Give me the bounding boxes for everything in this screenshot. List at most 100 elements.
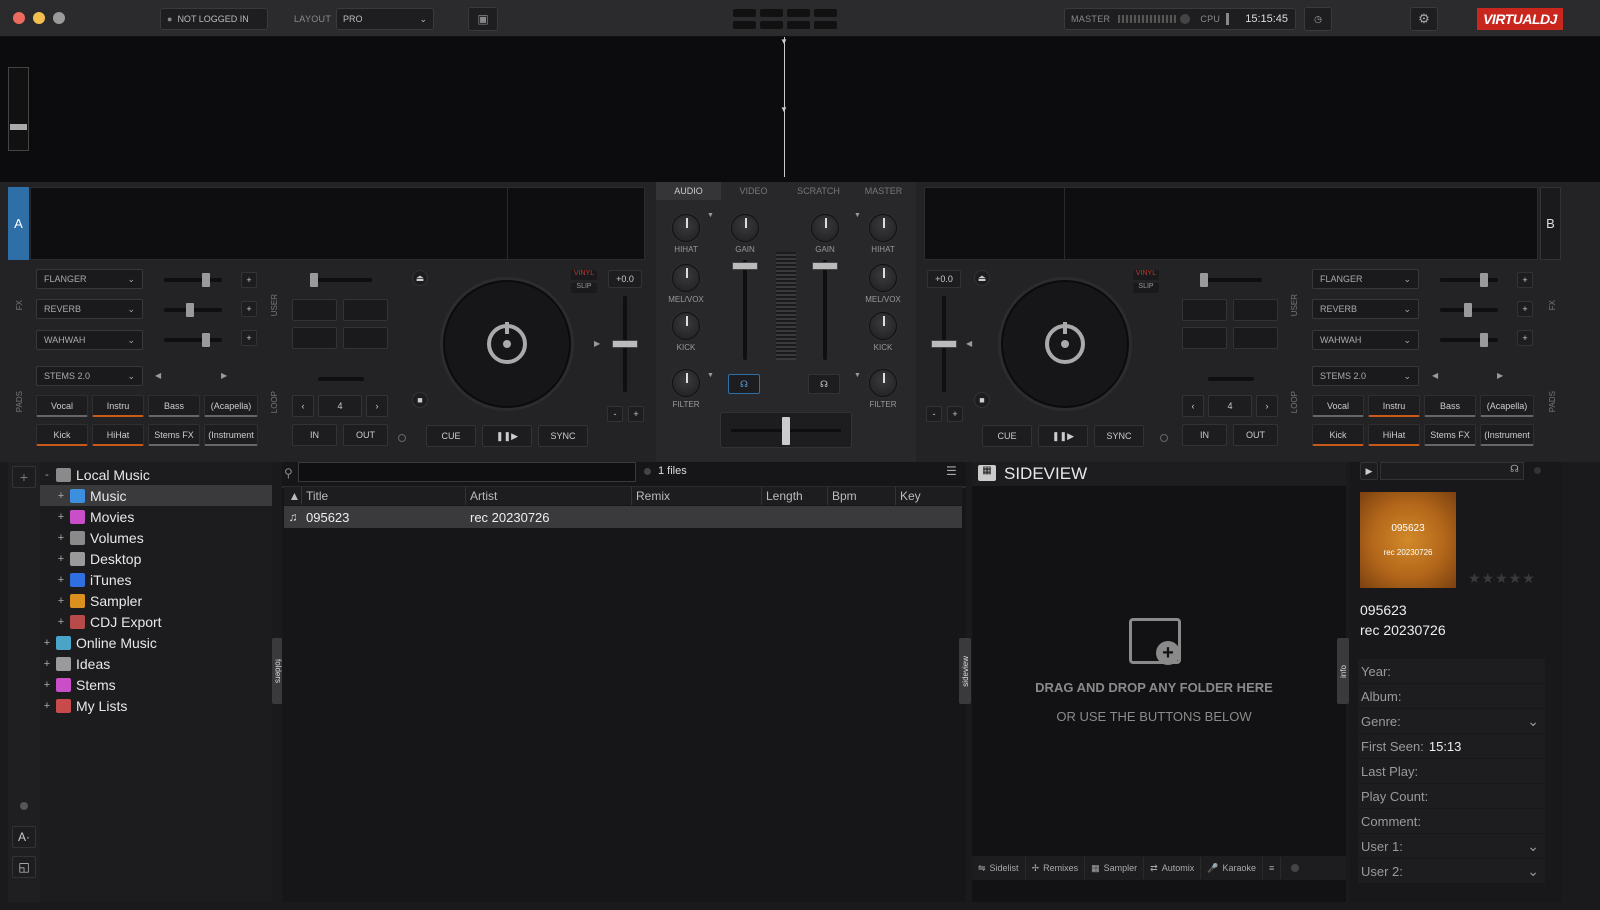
deck-a-pad-acapella[interactable]: (Acapella) bbox=[204, 395, 258, 417]
deck-b-screen[interactable] bbox=[924, 187, 1538, 260]
tree-item-movies[interactable]: + Movies bbox=[40, 506, 272, 527]
deck-a-melvox-knob[interactable] bbox=[672, 264, 700, 292]
expand-icon[interactable]: + bbox=[56, 595, 66, 607]
deck-b-cue-button[interactable]: CUE bbox=[982, 425, 1032, 447]
tree-item-itunes[interactable]: + iTunes bbox=[40, 569, 272, 590]
deck-b-quantize-icon[interactable] bbox=[1160, 434, 1168, 442]
deck-b-hihat-knob[interactable] bbox=[869, 214, 897, 242]
deck-b-pad-acapella[interactable]: (Acapella) bbox=[1480, 395, 1534, 417]
tree-item-sampler[interactable]: + Sampler bbox=[40, 590, 272, 611]
deck-a-cue-button[interactable]: CUE bbox=[426, 425, 476, 447]
info-field-genre[interactable]: Genre: ⌄ bbox=[1358, 709, 1545, 733]
deck-b-melvox-knob[interactable] bbox=[869, 264, 897, 292]
deck-b-volume-fader[interactable] bbox=[812, 260, 838, 360]
deck-a-loop-slider[interactable] bbox=[318, 377, 364, 381]
deck-a-loop-in-button[interactable]: IN bbox=[292, 424, 337, 446]
deck-a-user-slot-1[interactable] bbox=[292, 299, 337, 321]
filter-menu-icon[interactable]: ▼ bbox=[707, 372, 714, 379]
deck-b-pitch-value[interactable]: +0.0 bbox=[927, 270, 961, 288]
deck-b-fx1-add-button[interactable]: + bbox=[1517, 272, 1533, 288]
info-field-first-seen[interactable]: First Seen: 15:13 bbox=[1358, 734, 1545, 758]
deck-b-fx2-slider[interactable] bbox=[1440, 303, 1498, 317]
master-volume-knob[interactable] bbox=[1180, 14, 1191, 24]
expand-icon[interactable]: + bbox=[42, 700, 52, 712]
expand-icon[interactable]: + bbox=[56, 553, 66, 565]
deck-b-fx3-select[interactable]: WAHWAH ⌄ bbox=[1312, 330, 1419, 350]
pads-prev-icon[interactable]: ◀ bbox=[1432, 371, 1438, 380]
deck-b-nudge-icon[interactable]: ◀ bbox=[966, 339, 972, 348]
skin-cube-button[interactable]: ▣ bbox=[468, 7, 498, 31]
deck-a-fx3-add-button[interactable]: + bbox=[241, 330, 257, 346]
eq-menu-icon[interactable]: ▼ bbox=[854, 212, 861, 219]
info-field-play-count[interactable]: Play Count: bbox=[1358, 784, 1545, 808]
deck-b-loop-out-button[interactable]: OUT bbox=[1233, 424, 1278, 446]
deck-b-pitch-slider[interactable] bbox=[931, 296, 957, 392]
waveform-zoom-slider[interactable] bbox=[8, 67, 29, 151]
deck-a-eject-button[interactable]: ⏏ bbox=[412, 270, 428, 286]
deck-a-pad-vocal[interactable]: Vocal bbox=[36, 395, 88, 417]
deck-b-kick-knob[interactable] bbox=[869, 312, 897, 340]
deck-a-user-slot-3[interactable] bbox=[292, 327, 337, 349]
deck-a-quantize-icon[interactable] bbox=[398, 434, 406, 442]
deck-a-kick-knob[interactable] bbox=[672, 312, 700, 340]
crossfader[interactable] bbox=[720, 412, 852, 448]
deck-a-loop-size[interactable]: 4 bbox=[318, 395, 362, 417]
tab-scratch[interactable]: SCRATCH bbox=[786, 182, 851, 200]
info-field-comment[interactable]: Comment: bbox=[1358, 809, 1545, 833]
prelisten-play-button[interactable]: ▶ bbox=[1360, 462, 1378, 480]
deck-b-pads-mode-select[interactable]: STEMS 2.0 ⌄ bbox=[1312, 366, 1419, 386]
expand-icon[interactable]: + bbox=[56, 532, 66, 544]
sort-icon[interactable]: ▲ bbox=[284, 487, 302, 505]
deck-a-pitch-minus-button[interactable]: - bbox=[607, 406, 623, 422]
deck-a-user-slot-2[interactable] bbox=[343, 299, 388, 321]
window-close-button[interactable] bbox=[13, 12, 25, 24]
expand-icon[interactable]: + bbox=[42, 679, 52, 691]
deck-a-pitch-plus-button[interactable]: + bbox=[628, 406, 644, 422]
deck-b-gain-knob[interactable] bbox=[811, 214, 839, 242]
tree-item-ideas[interactable]: + Ideas bbox=[40, 653, 272, 674]
deck-b-loop-size[interactable]: 4 bbox=[1208, 395, 1252, 417]
tree-item-stems[interactable]: + Stems bbox=[40, 674, 272, 695]
tree-item-cdj-export[interactable]: + CDJ Export bbox=[40, 611, 272, 632]
deck-a-volume-fader[interactable] bbox=[732, 260, 758, 360]
deck-a-loop-prev-button[interactable]: ‹ bbox=[292, 395, 314, 417]
deck-a-gain-knob[interactable] bbox=[731, 214, 759, 242]
list-view-menu-icon[interactable]: ☰ bbox=[946, 464, 957, 478]
info-field-user-2[interactable]: User 2: ⌄ bbox=[1358, 859, 1545, 883]
deck-b-loop-slider[interactable] bbox=[1208, 377, 1254, 381]
deck-b-user-slot-3[interactable] bbox=[1182, 327, 1227, 349]
expand-icon[interactable]: + bbox=[56, 574, 66, 586]
deck-a-pad-stemsfx[interactable]: Stems FX bbox=[148, 424, 200, 446]
karaoke-button[interactable]: 🎤 Karaoke bbox=[1201, 857, 1263, 879]
login-button[interactable]: ● NOT LOGGED IN bbox=[160, 8, 268, 30]
deck-a-jog-wheel[interactable] bbox=[440, 277, 574, 411]
deck-b-fx3-add-button[interactable]: + bbox=[1517, 330, 1533, 346]
deck-a-pitch-slider[interactable] bbox=[612, 296, 638, 392]
deck-b-user-slot-2[interactable] bbox=[1233, 299, 1278, 321]
info-field-user-1[interactable]: User 1: ⌄ bbox=[1358, 834, 1545, 858]
record-clock-button[interactable]: ◷ bbox=[1304, 7, 1332, 31]
waveform-area[interactable]: ▼ ▼ bbox=[0, 37, 1600, 182]
column-key[interactable]: Key bbox=[896, 487, 962, 505]
deck-a-headphone-cue-button[interactable]: ☊ bbox=[728, 374, 760, 394]
deck-a-screen[interactable] bbox=[30, 187, 645, 260]
deck-b-loop-next-button[interactable]: › bbox=[1256, 395, 1278, 417]
deck-b-fx2-add-button[interactable]: + bbox=[1517, 301, 1533, 317]
column-artist[interactable]: Artist bbox=[466, 487, 632, 505]
info-field-year[interactable]: Year: bbox=[1358, 659, 1545, 683]
deck-b-slip-button[interactable]: SLIP bbox=[1133, 283, 1159, 293]
layout-mode-icon[interactable] bbox=[733, 9, 839, 29]
expand-icon[interactable]: + bbox=[42, 637, 52, 649]
deck-a-loop-next-button[interactable]: › bbox=[366, 395, 388, 417]
expand-icon[interactable]: + bbox=[42, 658, 52, 670]
deck-a-fx2-select[interactable]: REVERB ⌄ bbox=[36, 299, 143, 319]
pads-prev-icon[interactable]: ◀ bbox=[155, 371, 161, 380]
deck-a-pad-bass[interactable]: Bass bbox=[148, 395, 200, 417]
add-folder-button[interactable]: + bbox=[12, 466, 36, 488]
deck-b-vinyl-button[interactable]: VINYL bbox=[1133, 270, 1159, 280]
deck-a-fx3-select[interactable]: WAHWAH ⌄ bbox=[36, 330, 143, 350]
expand-icon[interactable]: - bbox=[42, 469, 52, 481]
sidelist-button[interactable]: ⇋ Sidelist bbox=[972, 857, 1026, 879]
sampler-button[interactable]: ▦ Sampler bbox=[1085, 857, 1145, 879]
deck-b-fx2-select[interactable]: REVERB ⌄ bbox=[1312, 299, 1419, 319]
